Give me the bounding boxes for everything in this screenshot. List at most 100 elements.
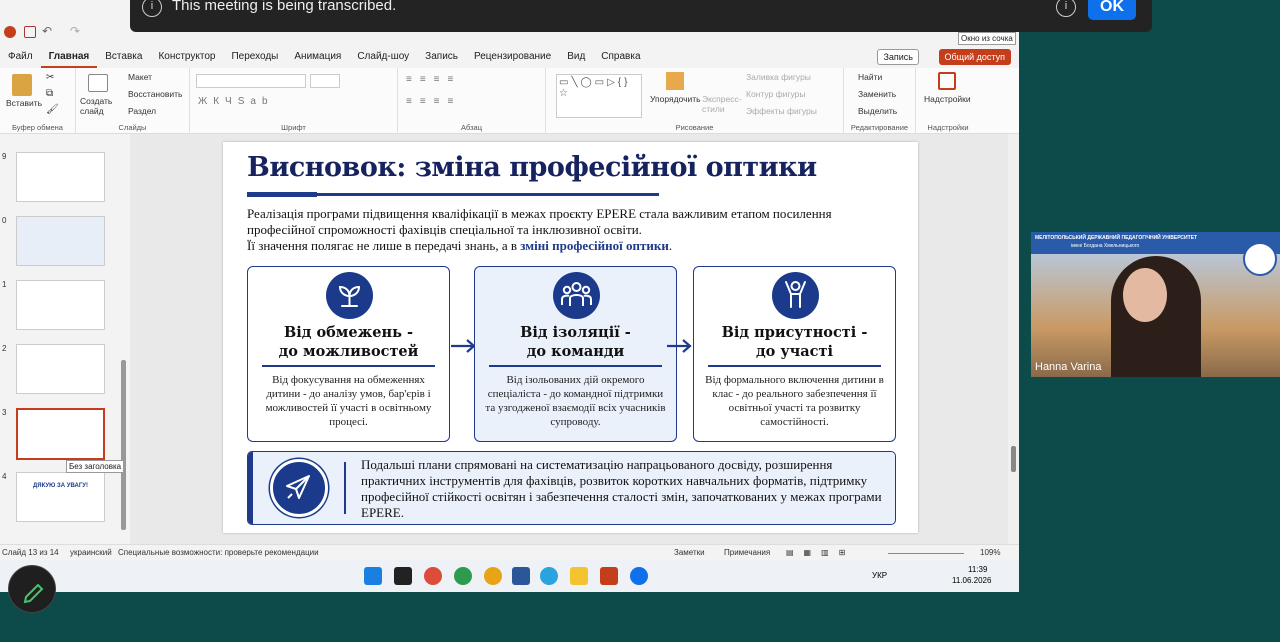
menu-view[interactable]: Вид bbox=[559, 46, 593, 68]
font-format-icons[interactable]: ЖКЧSab bbox=[198, 96, 274, 107]
align-icons[interactable]: ≡≡≡≡ bbox=[406, 96, 461, 107]
card-limitations[interactable]: Від обмежень - до можливостей Від фокусув… bbox=[247, 266, 450, 442]
shapes-gallery[interactable]: ▭╲◯▭▷{}☆ bbox=[556, 74, 642, 118]
new-slide-button[interactable]: Создать слайд bbox=[80, 96, 116, 116]
format-painter-icon[interactable]: 🖌 bbox=[46, 104, 59, 115]
future-plans-box[interactable]: Подальші плани спрямовані на систематиза… bbox=[247, 451, 896, 525]
powerpoint-icon[interactable] bbox=[600, 567, 618, 585]
express-styles-button[interactable]: Экспресс-стили bbox=[702, 94, 742, 114]
slide-title[interactable]: Висновок: зміна професійної оптики bbox=[247, 152, 817, 183]
undo-icon[interactable]: ↶ bbox=[42, 24, 52, 38]
keyboard-language[interactable]: УКР bbox=[872, 571, 887, 580]
participant-name: Hanna Varina bbox=[1035, 361, 1102, 373]
slide-thumbnail-selected[interactable] bbox=[16, 408, 105, 460]
copy-icon[interactable]: ⧉ bbox=[46, 88, 53, 99]
zoom-icon[interactable] bbox=[630, 567, 648, 585]
vertical-scrollbar[interactable] bbox=[1008, 134, 1019, 544]
share-button[interactable]: Общий доступ bbox=[938, 49, 1011, 65]
list-icons[interactable]: ≡≡≡≡ bbox=[406, 74, 461, 85]
font-group: ЖКЧSab Шрифт bbox=[190, 68, 398, 134]
card-description: Від ізольованих дій окремого спеціаліста… bbox=[485, 374, 666, 428]
status-bar: Слайд 13 из 14 украинский Специальные во… bbox=[0, 544, 1019, 560]
replace-button[interactable]: Заменить bbox=[858, 89, 896, 99]
slide[interactable]: Висновок: зміна професійної оптики Реалі… bbox=[223, 142, 918, 533]
slide-counter: Слайд 13 из 14 bbox=[2, 548, 59, 557]
slide-thumbnail[interactable] bbox=[16, 152, 105, 202]
menu-design[interactable]: Конструктор bbox=[150, 46, 223, 68]
speaker-face bbox=[1123, 268, 1167, 322]
view-buttons[interactable]: ▤▦▥⊞ bbox=[786, 548, 855, 557]
video-subheader-text: імені Богдана Хмельницького bbox=[1071, 243, 1140, 249]
info-icon[interactable]: i bbox=[1056, 0, 1076, 17]
clock-date[interactable]: 11.06.2026 bbox=[952, 576, 991, 585]
addins-button[interactable]: Надстройки bbox=[924, 94, 971, 104]
menu-transitions[interactable]: Переходы bbox=[223, 46, 286, 68]
slide-thumbnail[interactable] bbox=[16, 344, 105, 394]
language-indicator[interactable]: украинский bbox=[70, 548, 112, 557]
menu-slideshow[interactable]: Слайд-шоу bbox=[349, 46, 417, 68]
participant-video[interactable]: МЕЛІТОПОЛЬСЬКИЙ ДЕРЖАВНИЙ ПЕДАГОГІЧНИЙ У… bbox=[1031, 232, 1280, 377]
select-button[interactable]: Выделить bbox=[858, 106, 897, 116]
explorer-icon[interactable] bbox=[570, 567, 588, 585]
menu-file[interactable]: Файл bbox=[0, 46, 41, 68]
cut-icon[interactable]: ✂ bbox=[46, 72, 54, 83]
chrome-icon[interactable] bbox=[424, 567, 442, 585]
reset-button[interactable]: Восстановить bbox=[128, 89, 182, 99]
chrome-icon[interactable] bbox=[484, 567, 502, 585]
paste-button[interactable]: Вставить bbox=[6, 98, 42, 108]
find-button[interactable]: Найти bbox=[858, 72, 882, 82]
slide-thumbnail[interactable] bbox=[16, 280, 105, 330]
font-size-select[interactable] bbox=[310, 74, 340, 88]
shape-effects-button[interactable]: Эффекты фигуры bbox=[746, 106, 817, 116]
raised-arms-icon bbox=[772, 272, 819, 319]
card-divider bbox=[708, 365, 881, 367]
menu-record[interactable]: Запись bbox=[417, 46, 466, 68]
menu-home[interactable]: Главная bbox=[40, 46, 98, 68]
arrange-icon[interactable] bbox=[666, 72, 684, 90]
slides-label: Слайды bbox=[118, 123, 147, 132]
chrome-icon[interactable] bbox=[454, 567, 472, 585]
addins-icon[interactable] bbox=[938, 72, 956, 90]
menu-review[interactable]: Рецензирование bbox=[466, 46, 559, 68]
section-button[interactable]: Раздел bbox=[128, 106, 156, 116]
save-icon[interactable] bbox=[24, 26, 36, 38]
layout-button[interactable]: Макет bbox=[128, 72, 152, 82]
addins-label: Надстройки bbox=[927, 123, 969, 132]
menu-animation[interactable]: Анимация bbox=[286, 46, 349, 68]
telegram-icon[interactable] bbox=[540, 567, 558, 585]
slide-thumbnail[interactable]: ДЯКУЮ ЗА УВАГУ! bbox=[16, 472, 105, 522]
accessibility-status[interactable]: Специальные возможности: проверьте реком… bbox=[118, 548, 319, 557]
menu-insert[interactable]: Вставка bbox=[97, 46, 150, 68]
scroll-thumb[interactable] bbox=[1011, 446, 1016, 472]
future-plans-text: Подальші плани спрямовані на систематиза… bbox=[361, 457, 882, 520]
taskview-icon[interactable] bbox=[394, 567, 412, 585]
word-icon[interactable] bbox=[512, 567, 530, 585]
shape-outline-button[interactable]: Контур фигуры bbox=[746, 89, 805, 99]
shape-fill-button[interactable]: Заливка фигуры bbox=[746, 72, 811, 82]
slide-thumbnail[interactable] bbox=[16, 216, 105, 266]
thumb-scrollbar[interactable] bbox=[121, 360, 126, 530]
zoom-slider[interactable] bbox=[888, 553, 964, 554]
comments-button[interactable]: Примечания bbox=[724, 548, 770, 557]
card-isolation[interactable]: Від ізоляції - до команди Від ізольованих… bbox=[474, 266, 677, 442]
annotate-pen-button[interactable] bbox=[8, 565, 56, 613]
card-presence[interactable]: Від присутності - до участі Від формально… bbox=[693, 266, 896, 442]
paste-icon[interactable] bbox=[12, 74, 32, 96]
clock-time[interactable]: 11:39 bbox=[968, 565, 987, 574]
ok-button[interactable]: OK bbox=[1088, 0, 1136, 20]
slide-intro[interactable]: Реалізація програми підвищення кваліфіка… bbox=[247, 206, 887, 254]
start-icon[interactable] bbox=[364, 567, 382, 585]
intro-end: . bbox=[668, 238, 673, 253]
redo-icon[interactable]: ↷ bbox=[70, 24, 80, 38]
notes-button[interactable]: Заметки bbox=[674, 548, 705, 557]
slides-group: Создать слайд Макет Восстановить Раздел … bbox=[76, 68, 190, 134]
card-title-line2: до можливостей bbox=[278, 343, 419, 360]
menu-help[interactable]: Справка bbox=[593, 46, 648, 68]
transcription-banner: i This meeting is being transcribed. i O… bbox=[130, 0, 1152, 32]
card-divider bbox=[489, 365, 662, 367]
zoom-level[interactable]: 109% bbox=[980, 548, 1000, 557]
arrange-button[interactable]: Упорядочить bbox=[650, 94, 701, 104]
font-name-select[interactable] bbox=[196, 74, 306, 88]
new-slide-icon[interactable] bbox=[88, 74, 108, 92]
record-button[interactable]: Запись bbox=[877, 49, 919, 65]
